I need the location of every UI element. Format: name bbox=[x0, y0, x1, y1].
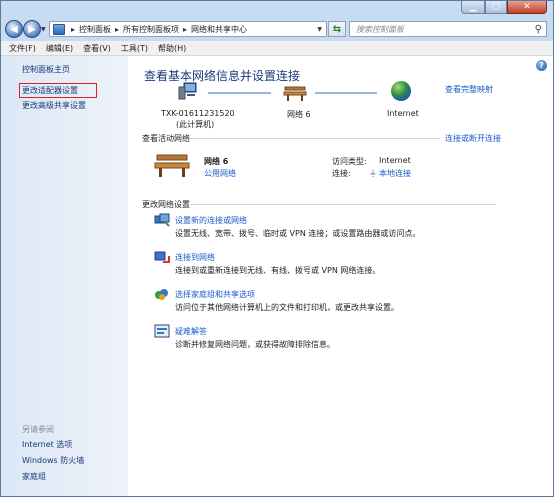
title-bar: ▁ □ ✕ bbox=[1, 1, 553, 17]
menu-tools[interactable]: 工具(T) bbox=[121, 43, 148, 54]
breadcrumb-separator: ▸ bbox=[71, 24, 76, 34]
refresh-button[interactable]: ⇆ bbox=[328, 21, 346, 37]
connection-plug-icon: ⏚ bbox=[369, 169, 377, 178]
search-placeholder: 搜索控制面板 bbox=[356, 24, 404, 34]
navigation-bar: ◀ ▶ ▼ ▸ 控制面板 ▸ 所有控制面板项 ▸ 网络和共享中心 ▼ ⇆ 搜索控… bbox=[1, 18, 553, 40]
internet-globe-icon bbox=[391, 81, 411, 101]
change-adapter-settings-link[interactable]: 更改适配器设置 bbox=[19, 83, 97, 98]
task-homegroup-link[interactable]: 选择家庭组和共享选项 bbox=[175, 289, 255, 300]
address-dropdown-icon[interactable]: ▼ bbox=[317, 26, 322, 33]
task-connect-network-link[interactable]: 连接到网络 bbox=[175, 252, 215, 263]
homegroup-link[interactable]: 家庭组 bbox=[22, 471, 46, 482]
forward-button[interactable]: ▶ bbox=[23, 20, 41, 38]
internet-label: Internet bbox=[387, 109, 419, 118]
active-network-name: 网络 6 bbox=[204, 157, 229, 166]
help-icon[interactable]: ? bbox=[536, 60, 547, 71]
network-type-link[interactable]: 公用网络 bbox=[204, 168, 236, 179]
task-connect-network-desc: 连接到或重新连接到无线、有线、拨号或 VPN 网络连接。 bbox=[175, 266, 381, 275]
change-settings-heading: 更改网络设置 bbox=[142, 200, 190, 209]
active-network-bench-icon bbox=[154, 154, 190, 177]
window: ▁ □ ✕ ◀ ▶ ▼ ▸ 控制面板 ▸ 所有控制面板项 ▸ 网络和共享中心 ▼… bbox=[0, 0, 554, 497]
minimize-button[interactable]: ▁ bbox=[461, 1, 485, 14]
search-box[interactable]: 搜索控制面板 ⚲ bbox=[349, 21, 547, 37]
address-bar[interactable]: ▸ 控制面板 ▸ 所有控制面板项 ▸ 网络和共享中心 ▼ bbox=[49, 21, 327, 37]
menu-file[interactable]: 文件(F) bbox=[9, 43, 36, 54]
refresh-icon: ⇆ bbox=[332, 23, 342, 35]
menu-bar: 文件(F) 编辑(E) 查看(V) 工具(T) 帮助(H) bbox=[1, 41, 553, 56]
connection-line bbox=[208, 92, 271, 94]
menu-view[interactable]: 查看(V) bbox=[83, 43, 111, 54]
breadcrumb-all-items[interactable]: 所有控制面板项 bbox=[123, 24, 179, 35]
menu-edit[interactable]: 编辑(E) bbox=[46, 43, 73, 54]
task-new-connection-desc: 设置无线、宽带、拨号、临时或 VPN 连接；或设置路由器或访问点。 bbox=[175, 229, 421, 238]
breadcrumb-network-center[interactable]: 网络和共享中心 bbox=[191, 24, 247, 35]
see-also-heading: 另请参阅 bbox=[22, 425, 54, 434]
network-name-label: 网络 6 bbox=[287, 110, 311, 119]
task-new-connection-link[interactable]: 设置新的连接或网络 bbox=[175, 215, 247, 226]
connect-disconnect-link[interactable]: 连接或断开连接 bbox=[445, 133, 501, 144]
active-networks-heading: 查看活动网络 bbox=[142, 134, 190, 143]
history-dropdown-icon[interactable]: ▼ bbox=[41, 26, 46, 33]
computer-name: TXK-01611231520 bbox=[161, 109, 235, 118]
main-content: ? 查看基本网络信息并设置连接 查看完整映射 TXK-01611231520 (… bbox=[128, 56, 553, 496]
connection-label: 连接: bbox=[332, 169, 351, 178]
full-map-link[interactable]: 查看完整映射 bbox=[445, 84, 493, 95]
task-homegroup-desc: 访问位于其他网络计算机上的文件和打印机，或更改共享设置。 bbox=[175, 303, 399, 312]
forward-arrow-icon: ▶ bbox=[28, 23, 36, 35]
menu-help[interactable]: 帮助(H) bbox=[158, 43, 186, 54]
access-type-label: 访问类型: bbox=[332, 157, 367, 166]
task-troubleshoot-desc: 诊断并修复网络问题，或获得故障排除信息。 bbox=[175, 340, 335, 349]
close-button[interactable]: ✕ bbox=[507, 1, 547, 14]
window-controls: ▁ □ ✕ bbox=[461, 1, 547, 14]
breadcrumb-separator: ▸ bbox=[183, 24, 188, 34]
new-connection-icon bbox=[154, 213, 170, 227]
task-troubleshoot-link[interactable]: 疑难解答 bbox=[175, 326, 207, 337]
homegroup-icon bbox=[155, 289, 168, 300]
maximize-button[interactable]: □ bbox=[485, 1, 507, 14]
local-connection-link[interactable]: 本地连接 bbox=[379, 168, 411, 179]
internet-options-link[interactable]: Internet 选项 bbox=[22, 439, 72, 450]
change-advanced-sharing-link[interactable]: 更改高级共享设置 bbox=[22, 100, 86, 111]
computer-sub-label: (此计算机) bbox=[176, 120, 215, 129]
divider bbox=[190, 138, 440, 139]
breadcrumb-separator: ▸ bbox=[115, 24, 120, 34]
page-title: 查看基本网络信息并设置连接 bbox=[144, 69, 301, 83]
breadcrumb-control-panel[interactable]: 控制面板 bbox=[79, 24, 111, 35]
troubleshoot-icon bbox=[154, 324, 170, 338]
back-button[interactable]: ◀ bbox=[5, 20, 23, 38]
access-type-value: Internet bbox=[379, 156, 411, 165]
back-arrow-icon: ◀ bbox=[10, 23, 18, 35]
sidebar-home-link[interactable]: 控制面板主页 bbox=[22, 64, 70, 75]
sidebar: 控制面板主页 更改适配器设置 更改高级共享设置 另请参阅 Internet 选项… bbox=[1, 56, 128, 496]
network-bench-icon bbox=[283, 86, 307, 101]
computer-icon bbox=[178, 82, 197, 100]
connect-network-icon bbox=[154, 251, 170, 263]
divider bbox=[190, 204, 496, 205]
windows-firewall-link[interactable]: Windows 防火墙 bbox=[22, 455, 84, 466]
connection-line bbox=[315, 92, 377, 94]
search-icon[interactable]: ⚲ bbox=[535, 24, 542, 35]
control-panel-icon bbox=[53, 23, 65, 35]
